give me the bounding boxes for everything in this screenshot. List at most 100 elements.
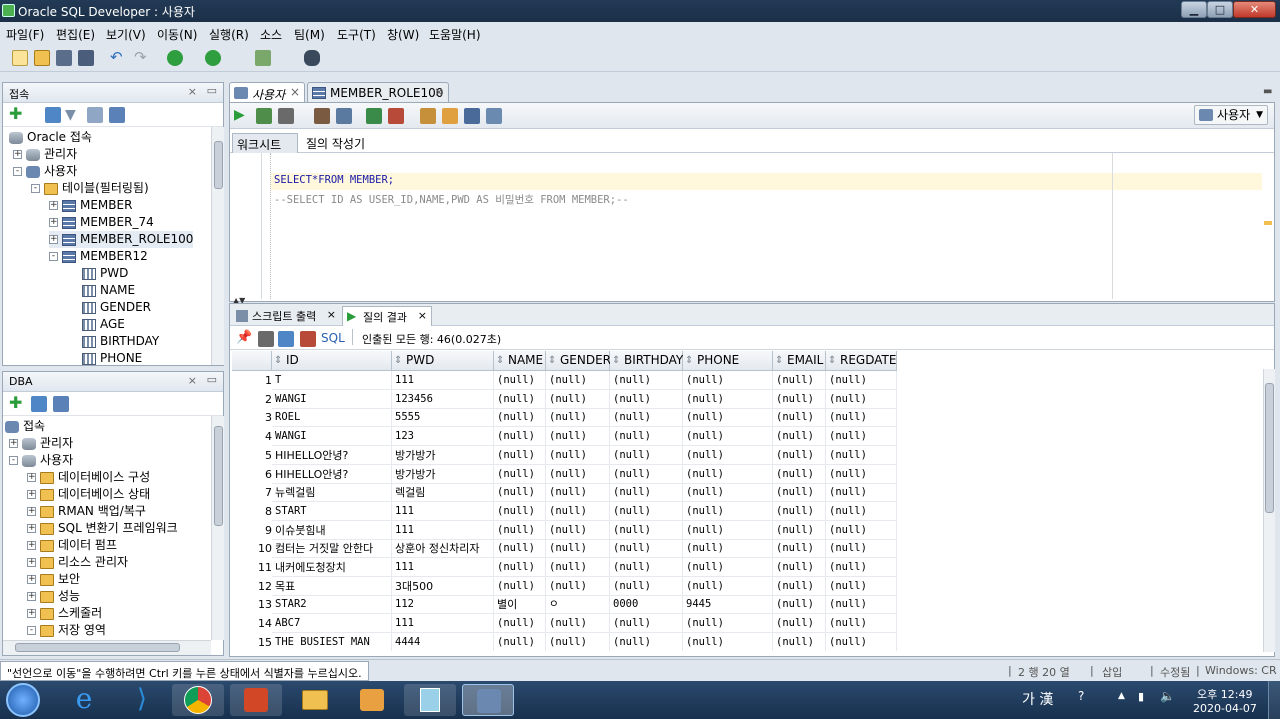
tree-node[interactable]: + 관리자 bbox=[9, 435, 73, 452]
column-header-name[interactable]: ⇕ NAME bbox=[494, 351, 546, 371]
table-cell[interactable]: (null) bbox=[826, 445, 897, 465]
table-cell[interactable]: (null) bbox=[826, 614, 897, 634]
table-cell[interactable]: 컴터는 거짓말 안한다 bbox=[272, 539, 392, 559]
table-cell[interactable]: (null) bbox=[494, 520, 546, 540]
table-cell[interactable]: (null) bbox=[610, 539, 683, 559]
table-row[interactable]: 10 컴터는 거짓말 안한다 상훈아 정신차리자 (null) (null) (null)… bbox=[232, 539, 1263, 559]
run-statement-icon[interactable]: ▶ bbox=[234, 108, 250, 124]
table-cell[interactable]: 111 bbox=[392, 371, 494, 390]
table-cell[interactable]: (null) bbox=[683, 464, 773, 484]
table-cell[interactable]: (null) bbox=[610, 632, 683, 651]
table-row[interactable]: 14 ABC7 111 (null) (null) (null) (null) (null)(… bbox=[232, 614, 1263, 634]
tab-query-result[interactable]: ▶ 질의 결과 × bbox=[342, 306, 432, 326]
table-cell[interactable]: (null) bbox=[826, 427, 897, 447]
table-cell[interactable]: 목표 bbox=[272, 576, 392, 596]
table-cell[interactable]: (null) bbox=[546, 464, 610, 484]
tree-node[interactable]: + 데이터베이스 구성 bbox=[27, 469, 150, 486]
table-cell[interactable]: (null) bbox=[546, 632, 610, 651]
table-cell[interactable]: (null) bbox=[610, 558, 683, 577]
pin-icon[interactable]: 📌 bbox=[236, 331, 252, 347]
table-row[interactable]: 7 뉴렉걸림 렉걸림 (null) (null) (null) (null) (null) (n… bbox=[232, 483, 1263, 503]
table-row[interactable]: 4 WANGI 123 (null) (null) (null) (null) (null)(… bbox=[232, 427, 1263, 447]
tree-node[interactable]: GENDER bbox=[69, 299, 151, 316]
schema-browser-icon[interactable] bbox=[87, 107, 103, 123]
tree-node[interactable]: - MEMBER12 bbox=[49, 248, 148, 265]
expand-toggle-icon[interactable]: + bbox=[27, 609, 36, 618]
table-cell[interactable]: (null) bbox=[494, 576, 546, 596]
results-grid[interactable]: ⇕ ID ⇕ PWD ⇕ NAME ⇕ GENDER ⇕ BIRTHDAY ⇕ PHONE ⇕ EMAIL… bbox=[232, 351, 1263, 651]
minimize-button[interactable]: ▁ bbox=[1181, 1, 1207, 18]
help-icon[interactable]: ? bbox=[1078, 689, 1084, 703]
add-connection-icon[interactable]: ✚ bbox=[9, 106, 25, 123]
table-cell[interactable]: (null) bbox=[826, 501, 897, 521]
menu-help[interactable]: 도움말(H) bbox=[429, 26, 481, 43]
table-row[interactable]: 12 목표 3대500 (null) (null) (null) (null) (null)(… bbox=[232, 576, 1263, 596]
table-cell[interactable]: ABC7 bbox=[272, 614, 392, 634]
table-cell[interactable]: (null) bbox=[683, 483, 773, 503]
table-cell[interactable]: 123456 bbox=[392, 389, 494, 409]
refresh-icon[interactable] bbox=[278, 331, 294, 347]
close-icon[interactable]: × bbox=[188, 85, 197, 98]
tab-query-builder[interactable]: 질의 작성기 bbox=[302, 133, 369, 153]
expand-toggle-icon[interactable]: + bbox=[27, 558, 36, 567]
expand-toggle-icon[interactable]: + bbox=[27, 473, 36, 482]
table-cell[interactable]: START bbox=[272, 501, 392, 521]
close-icon[interactable]: × bbox=[290, 85, 300, 99]
table-cell[interactable]: (null) bbox=[546, 539, 610, 559]
column-header-birthday[interactable]: ⇕ BIRTHDAY bbox=[610, 351, 683, 371]
table-cell[interactable]: (null) bbox=[826, 464, 897, 484]
table-cell[interactable]: (null) bbox=[546, 520, 610, 540]
media-player-icon[interactable] bbox=[346, 684, 398, 716]
menu-navigate[interactable]: 이동(N) bbox=[157, 26, 197, 43]
tree-node[interactable]: + 관리자 bbox=[13, 146, 77, 163]
table-cell[interactable]: (null) bbox=[494, 427, 546, 447]
explain-plan-icon[interactable] bbox=[336, 108, 352, 124]
tab-user-worksheet[interactable]: 사용자 × bbox=[229, 82, 305, 102]
column-header-pwd[interactable]: ⇕ PWD bbox=[392, 351, 494, 371]
table-cell[interactable]: (null) bbox=[546, 614, 610, 634]
clear-icon[interactable] bbox=[420, 108, 436, 124]
expand-toggle-icon[interactable]: + bbox=[13, 150, 22, 159]
notepad-icon[interactable] bbox=[404, 684, 456, 716]
table-cell[interactable]: (null) bbox=[610, 483, 683, 503]
table-cell[interactable]: (null) bbox=[826, 576, 897, 596]
table-cell[interactable]: (null) bbox=[494, 464, 546, 484]
expand-toggle-icon[interactable]: + bbox=[27, 507, 36, 516]
table-row[interactable]: 13 STAR2 112 별이 ㅇ 0000 9445 (null) (null) bbox=[232, 595, 1263, 615]
file-explorer-icon[interactable] bbox=[288, 684, 340, 716]
tree-node[interactable]: + 데이터베이스 상태 bbox=[27, 486, 150, 503]
table-cell[interactable]: (null) bbox=[773, 445, 826, 465]
expand-toggle-icon[interactable]: + bbox=[27, 524, 36, 533]
cancel-icon[interactable] bbox=[300, 331, 316, 347]
column-header-phone[interactable]: ⇕ PHONE bbox=[683, 351, 773, 371]
table-cell[interactable]: 내커에도청장치 bbox=[272, 558, 392, 577]
tab-list-icon[interactable]: ▬ bbox=[1263, 86, 1272, 97]
tree-node[interactable]: + MEMBER_74 bbox=[49, 214, 154, 231]
tree-node[interactable]: + 데이터 펌프 bbox=[27, 537, 117, 554]
table-cell[interactable]: 111 bbox=[392, 520, 494, 540]
table-cell[interactable]: (null) bbox=[494, 539, 546, 559]
table-cell[interactable]: (null) bbox=[494, 389, 546, 409]
table-cell[interactable]: (null) bbox=[683, 576, 773, 596]
minimize-panel-icon[interactable]: ▭ bbox=[207, 373, 217, 386]
menu-run[interactable]: 실행(R) bbox=[209, 26, 249, 43]
table-cell[interactable]: (null) bbox=[773, 614, 826, 634]
table-cell[interactable]: (null) bbox=[826, 558, 897, 577]
table-cell[interactable]: (null) bbox=[773, 595, 826, 615]
new-window-icon[interactable] bbox=[109, 107, 125, 123]
table-cell[interactable]: 111 bbox=[392, 558, 494, 577]
run-script-icon[interactable] bbox=[256, 108, 272, 124]
menu-edit[interactable]: 편집(E) bbox=[56, 26, 95, 43]
expand-toggle-icon[interactable]: + bbox=[27, 575, 36, 584]
expand-toggle-icon[interactable]: - bbox=[27, 626, 36, 635]
expand-toggle-icon[interactable]: - bbox=[31, 184, 40, 193]
table-cell[interactable]: (null) bbox=[826, 483, 897, 503]
table-cell[interactable]: (null) bbox=[773, 520, 826, 540]
table-cell[interactable]: (null) bbox=[773, 632, 826, 651]
sql-link[interactable]: SQL bbox=[321, 331, 345, 345]
autotrace-icon[interactable] bbox=[366, 108, 382, 124]
table-cell[interactable]: (null) bbox=[610, 445, 683, 465]
save-all-icon[interactable] bbox=[78, 50, 94, 66]
table-cell[interactable]: (null) bbox=[826, 632, 897, 651]
close-button[interactable]: ✕ bbox=[1233, 1, 1276, 18]
